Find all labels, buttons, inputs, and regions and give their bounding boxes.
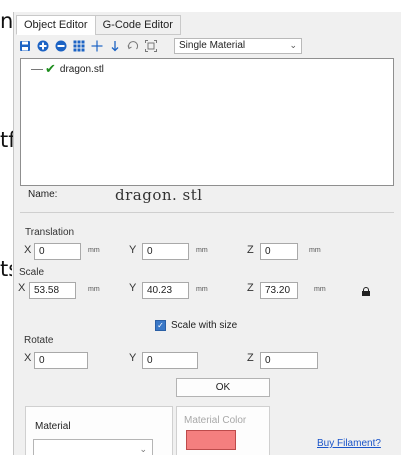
- object-editor-panel: Object Editor G-Code Editor Single Mater…: [13, 12, 401, 455]
- lock-icon[interactable]: [362, 287, 370, 296]
- translation-z-input[interactable]: 0: [260, 243, 298, 260]
- buy-filament-link[interactable]: Buy Filament?: [317, 438, 381, 449]
- unit-label: mm: [314, 286, 326, 293]
- unit-label: mm: [88, 247, 100, 254]
- background-text-fragment: ts: [0, 257, 12, 281]
- material-mode-value: Single Material: [179, 40, 246, 51]
- tab-g-code-editor[interactable]: G-Code Editor: [94, 15, 181, 35]
- divider: [20, 212, 394, 213]
- scale-y-input[interactable]: 40.23: [142, 282, 189, 299]
- object-tree[interactable]: ✔ dragon.stl: [20, 58, 394, 186]
- translation-x-label: X: [24, 244, 32, 256]
- unit-label: mm: [196, 247, 208, 254]
- scale-title: Scale: [19, 267, 45, 278]
- scale-with-size-row[interactable]: ✓ Scale with size: [155, 320, 237, 331]
- down-arrow-icon[interactable]: [108, 39, 122, 53]
- translation-title: Translation: [25, 227, 75, 238]
- translation-x-input[interactable]: 0: [34, 243, 81, 260]
- rotate-z-label: Z: [247, 352, 254, 364]
- checkmark-icon: ✔: [45, 61, 56, 76]
- scale-icon[interactable]: [144, 39, 158, 53]
- grid-icon[interactable]: [72, 39, 86, 53]
- unit-label: mm: [196, 286, 208, 293]
- name-label: Name:: [28, 189, 58, 200]
- chevron-down-icon: ⌄: [139, 444, 147, 454]
- toolbar: [18, 37, 162, 55]
- chevron-down-icon: ⌄: [289, 40, 297, 50]
- material-color-swatch[interactable]: [186, 430, 236, 450]
- scale-x-label: X: [18, 282, 26, 294]
- translation-y-input[interactable]: 0: [142, 243, 189, 260]
- scale-x-input[interactable]: 53.58: [29, 282, 76, 299]
- unit-label: mm: [88, 286, 100, 293]
- material-select[interactable]: ⌄: [33, 439, 153, 455]
- rotate-title: Rotate: [24, 335, 54, 346]
- rotate-z-input[interactable]: 0: [260, 352, 318, 369]
- rotate-x-label: X: [24, 352, 32, 364]
- save-icon[interactable]: [18, 39, 32, 53]
- ok-button[interactable]: OK: [176, 378, 270, 397]
- scale-z-label: Z: [247, 282, 254, 294]
- tree-item-dragon[interactable]: ✔ dragon.stl: [31, 61, 104, 76]
- scale-with-size-label: Scale with size: [171, 320, 238, 331]
- tab-object-editor[interactable]: Object Editor: [16, 15, 96, 35]
- background-text-fragment: n: [0, 9, 12, 33]
- scale-y-label: Y: [129, 282, 137, 294]
- rotate-x-input[interactable]: 0: [34, 352, 88, 369]
- rotate-y-input[interactable]: 0: [142, 352, 198, 369]
- scale-with-size-checkbox[interactable]: ✓: [155, 320, 166, 331]
- add-icon[interactable]: [36, 39, 50, 53]
- material-color-label: Material Color: [184, 415, 247, 426]
- object-name: dragon. stl: [115, 186, 203, 204]
- move-icon[interactable]: [90, 39, 104, 53]
- remove-icon[interactable]: [54, 39, 68, 53]
- rotate-icon[interactable]: [126, 39, 140, 53]
- tree-item-label: dragon.stl: [59, 63, 104, 75]
- rotate-y-label: Y: [129, 352, 137, 364]
- material-mode-select[interactable]: Single Material ⌄: [174, 38, 302, 54]
- editor-tabs: Object Editor G-Code Editor: [16, 15, 181, 35]
- unit-label: mm: [309, 247, 321, 254]
- translation-y-label: Y: [129, 244, 137, 256]
- tree-connector-line: [31, 68, 43, 70]
- translation-z-label: Z: [247, 244, 254, 256]
- scale-z-input[interactable]: 73.20: [260, 282, 298, 299]
- material-label: Material: [35, 421, 71, 432]
